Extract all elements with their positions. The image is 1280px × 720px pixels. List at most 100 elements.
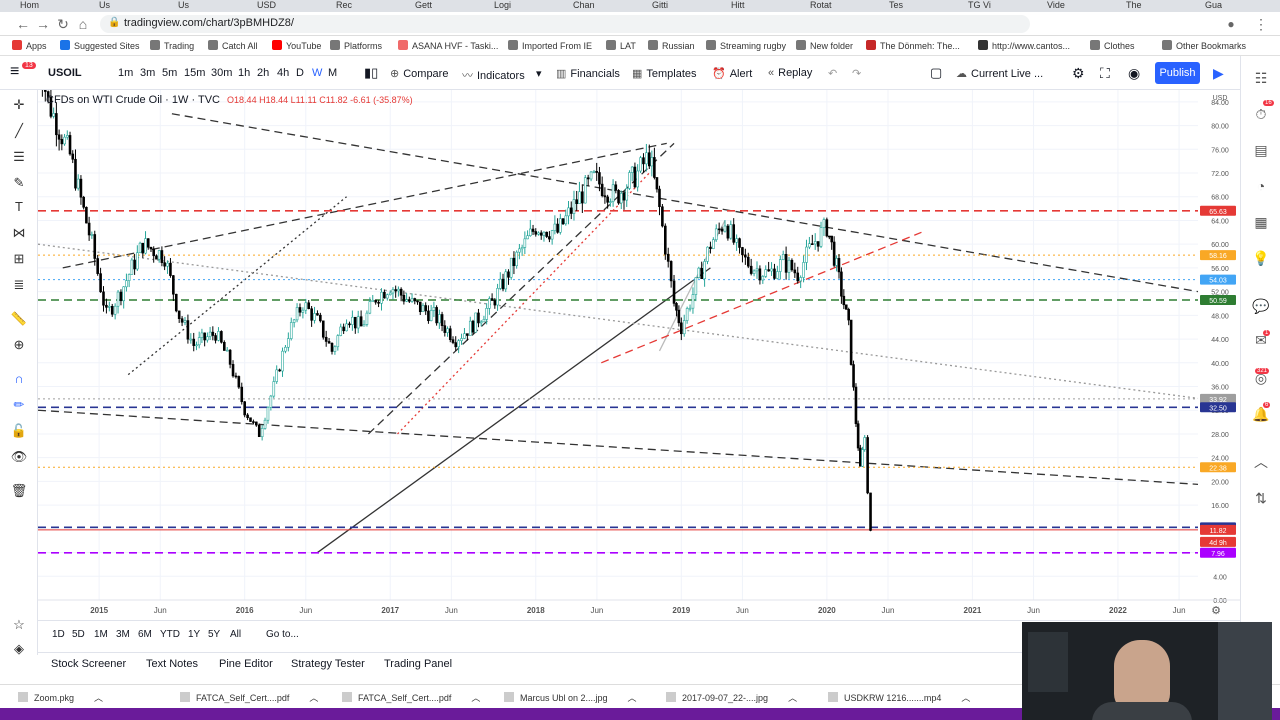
range-YTD[interactable]: YTD (160, 629, 180, 640)
interval-4h[interactable]: 4h (277, 67, 289, 79)
range-1Y[interactable]: 1Y (188, 629, 200, 640)
back-icon[interactable]: ← (14, 15, 32, 33)
interval-15m[interactable]: 15m (184, 67, 205, 79)
trend-line-icon[interactable]: ╱ (9, 122, 29, 140)
play-icon[interactable]: ▶ (1213, 65, 1224, 82)
interval-M[interactable]: M (328, 67, 337, 79)
indicators-dropdown-icon[interactable]: ▾ (536, 67, 542, 80)
zoom-icon[interactable]: ⊕ (9, 336, 29, 354)
bookmark-item[interactable]: Catch All (208, 40, 258, 51)
chat-icon[interactable]: 💬 (1249, 296, 1273, 316)
magnet-icon[interactable]: ∩ (9, 370, 29, 388)
redo-icon[interactable]: ↷ (852, 67, 861, 80)
bottom-tab[interactable]: Stock Screener (51, 658, 126, 674)
browser-tab[interactable]: Gett (415, 0, 487, 12)
browser-tab[interactable]: Gua (1205, 0, 1277, 12)
range-6M[interactable]: 6M (138, 629, 152, 640)
home-icon[interactable]: ⌂ (74, 15, 92, 33)
layout-select-icon[interactable]: ▢ (930, 65, 942, 81)
financials-button[interactable]: ▥ Financials (556, 67, 620, 80)
compare-button[interactable]: ⊕ Compare (390, 67, 448, 80)
range-3M[interactable]: 3M (116, 629, 130, 640)
crosshair-icon[interactable]: ✛ (9, 96, 29, 114)
interval-1h[interactable]: 1h (238, 67, 250, 79)
download-item[interactable]: USDKRW 1216.......mp4 ︿ (828, 691, 970, 704)
hotlist-icon[interactable]: ◔ (1249, 176, 1273, 196)
eye-icon[interactable]: 👁 (9, 448, 29, 466)
bookmark-item[interactable]: Apps (12, 40, 47, 51)
interval-5m[interactable]: 5m (162, 67, 177, 79)
undo-icon[interactable]: ↶ (828, 67, 837, 80)
trend-line[interactable] (397, 172, 650, 435)
fib-icon[interactable]: ≣ (9, 276, 29, 294)
bottom-tab[interactable]: Text Notes (146, 658, 198, 674)
interval-W[interactable]: W (312, 67, 322, 79)
price-chart[interactable]: 0.004.008.0012.0016.0020.0024.0028.0032.… (37, 44, 1240, 620)
collapse-chevron-icon[interactable]: ︿ (1249, 452, 1273, 472)
bookmark-item[interactable]: Streaming rugby (706, 40, 786, 51)
browser-tab[interactable]: Chan (573, 0, 645, 12)
range-5D[interactable]: 5D (72, 629, 85, 640)
chevron-up-icon[interactable]: ︿ (471, 693, 480, 703)
download-item[interactable]: 2017-09-07_22-....jpg ︿ (666, 691, 797, 704)
templates-button[interactable]: ▦ Templates (632, 67, 697, 80)
download-item[interactable]: FATCA_Self_Cert....pdf ︿ (180, 691, 318, 704)
prediction-icon[interactable]: ⊞ (9, 250, 29, 268)
interval-D[interactable]: D (296, 67, 304, 79)
bookmark-item[interactable]: Russian (648, 40, 695, 51)
browser-tab[interactable]: The (1126, 0, 1198, 12)
bookmark-item[interactable]: Platforms (330, 40, 382, 51)
browser-tab[interactable]: Rec (336, 0, 408, 12)
chevron-up-icon[interactable]: ︿ (788, 693, 797, 703)
gear-icon[interactable]: ⚙ (1072, 65, 1085, 82)
trash-icon[interactable]: 🗑 (9, 482, 29, 500)
watchlist-icon[interactable]: ☷ (1249, 68, 1273, 88)
browser-tab[interactable]: Tes (889, 0, 961, 12)
bottom-tab[interactable]: Trading Panel (384, 658, 452, 674)
bookmark-item[interactable]: The Dönmeh: The... (866, 40, 960, 51)
range-All[interactable]: All (230, 629, 241, 640)
ideas-icon[interactable]: 💡 (1249, 248, 1273, 268)
bookmark-item[interactable]: New folder (796, 40, 853, 51)
bookmark-item[interactable]: Trading (150, 40, 194, 51)
alert-button[interactable]: ⏰ Alert (712, 67, 752, 80)
trend-line[interactable] (127, 196, 347, 376)
bookmark-item[interactable]: Imported From IE (508, 40, 592, 51)
star-icon[interactable]: ☆ (9, 616, 29, 634)
lock-icon[interactable]: 🔓 (9, 422, 29, 440)
forward-icon[interactable]: → (34, 15, 52, 33)
replay-button[interactable]: «Replay (768, 67, 812, 79)
browser-tab[interactable]: TG Vi (968, 0, 1040, 12)
chevron-up-icon[interactable]: ︿ (628, 693, 637, 703)
pattern-icon[interactable]: ⋈ (9, 224, 29, 242)
trend-line[interactable] (171, 113, 1199, 293)
range-1D[interactable]: 1D (52, 629, 65, 640)
text-icon[interactable]: T (9, 198, 29, 216)
alerts-icon[interactable]: ⏱ (1249, 104, 1273, 124)
interval-2h[interactable]: 2h (257, 67, 269, 79)
chevron-up-icon[interactable]: ︿ (309, 693, 318, 703)
bookmark-item[interactable]: Suggested Sites (60, 40, 140, 51)
axis-settings-icon[interactable]: ⚙ (1211, 605, 1221, 617)
download-item[interactable]: FATCA_Self_Cert....pdf ︿ (342, 691, 480, 704)
browser-tab[interactable]: USD (257, 0, 329, 12)
browser-tab[interactable]: Us (99, 0, 171, 12)
browser-tab[interactable]: Vide (1047, 0, 1119, 12)
range-1M[interactable]: 1M (94, 629, 108, 640)
bookmark-item[interactable]: http://www.cantos... (978, 40, 1070, 51)
chevron-up-icon[interactable]: ︿ (961, 693, 970, 703)
browser-tab[interactable]: Gitti (652, 0, 724, 12)
browser-tab[interactable]: Hitt (731, 0, 803, 12)
bookmark-item[interactable]: Other Bookmarks (1162, 40, 1246, 51)
interval-1m[interactable]: 1m (118, 67, 133, 79)
interval-3m[interactable]: 3m (140, 67, 155, 79)
stay-in-drawing-icon[interactable]: ✏ (9, 396, 29, 414)
chart-canvas[interactable]: 0.004.008.0012.0016.0020.0024.0028.0032.… (37, 44, 1240, 620)
bottom-tab[interactable]: Strategy Tester (291, 658, 365, 674)
goto-button[interactable]: Go to... (266, 629, 299, 640)
horizontal-lines-icon[interactable]: ☰ (9, 148, 29, 166)
notifications-icon[interactable]: 🔔 (1249, 404, 1273, 424)
calendar-icon[interactable]: ▦ (1249, 212, 1273, 232)
reload-icon[interactable]: ↻ (54, 15, 72, 33)
menu-icon[interactable]: ≡ (10, 63, 19, 81)
